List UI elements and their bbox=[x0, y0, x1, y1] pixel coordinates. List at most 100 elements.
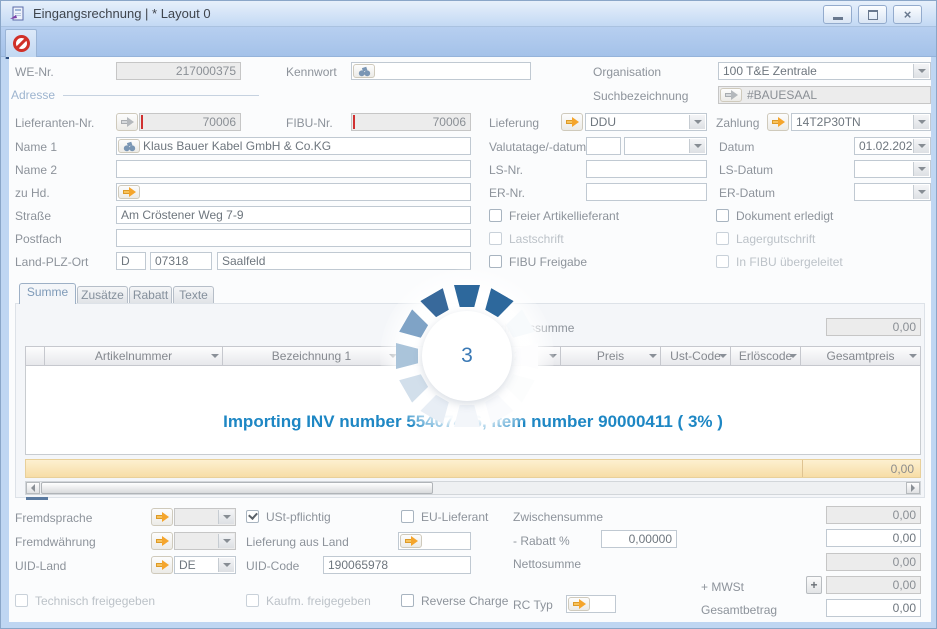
postfach-field[interactable] bbox=[116, 229, 471, 247]
rc-typ-nav-button[interactable] bbox=[568, 597, 590, 611]
lieferung-combo[interactable]: DDU bbox=[585, 113, 707, 131]
er-datum-combo[interactable] bbox=[854, 183, 931, 201]
grid-col-erloescode[interactable]: Erlöscode bbox=[731, 346, 801, 366]
name1-lookup-button[interactable] bbox=[118, 139, 140, 153]
stop-button[interactable] bbox=[5, 29, 37, 59]
lieferung-nav-button[interactable] bbox=[561, 113, 583, 131]
app-icon bbox=[9, 6, 25, 22]
kennwort-field[interactable] bbox=[351, 62, 531, 80]
checkbox-fibu-freigabe[interactable] bbox=[489, 255, 502, 268]
name1-field[interactable]: Klaus Bauer Kabel GmbH & Co.KG bbox=[116, 137, 471, 155]
name2-field[interactable] bbox=[116, 160, 471, 178]
sort-dropdown-icon[interactable] bbox=[789, 354, 797, 358]
sort-dropdown-icon[interactable] bbox=[909, 354, 917, 358]
chevron-down-icon[interactable] bbox=[689, 115, 705, 129]
titlebar[interactable]: Eingangsrechnung | * Layout 0 × bbox=[1, 1, 936, 27]
lieferung-aus-land-nav-button[interactable] bbox=[400, 534, 422, 548]
ls-datum-label: LS-Datum bbox=[719, 163, 773, 177]
rabatt-label: - Rabatt % bbox=[513, 534, 570, 548]
plz-field[interactable]: 07318 bbox=[150, 252, 212, 270]
zahlung-combo[interactable]: 14T2P30TN bbox=[791, 113, 931, 131]
kennwort-label: Kennwort bbox=[286, 65, 337, 79]
adresse-group-label: Adresse bbox=[11, 88, 55, 102]
er-nr-field[interactable] bbox=[586, 183, 707, 201]
zu-hd-nav-button[interactable] bbox=[118, 185, 140, 199]
scrollbar-thumb[interactable] bbox=[41, 482, 433, 494]
checkbox-reverse-charge[interactable] bbox=[401, 594, 414, 607]
binoculars-icon bbox=[123, 141, 136, 152]
arrow-right-icon bbox=[725, 90, 738, 100]
grid-col-preis[interactable]: Preis bbox=[561, 346, 661, 366]
tab-summe[interactable]: Summe bbox=[19, 283, 76, 304]
chevron-down-icon[interactable] bbox=[218, 510, 234, 524]
chevron-down-icon[interactable] bbox=[913, 115, 929, 129]
grid-col-artikelnummer[interactable]: Artikelnummer bbox=[45, 346, 223, 366]
kennwort-lookup-button[interactable] bbox=[353, 64, 375, 78]
nettosumme-label: Nettosumme bbox=[513, 557, 581, 571]
strasse-field[interactable]: Am Cröstener Weg 7-9 bbox=[116, 206, 471, 224]
zahlung-nav-button[interactable] bbox=[767, 113, 789, 131]
sort-dropdown-icon[interactable] bbox=[719, 354, 727, 358]
chevron-down-icon[interactable] bbox=[218, 558, 234, 572]
zu-hd-field[interactable] bbox=[116, 183, 471, 201]
ls-datum-combo[interactable] bbox=[854, 160, 931, 178]
fremdsprache-nav-button[interactable] bbox=[151, 508, 173, 526]
checkbox-freier-artikellieferant[interactable] bbox=[489, 209, 502, 222]
tab-texte[interactable]: Texte bbox=[173, 286, 214, 304]
restore-button[interactable] bbox=[858, 5, 887, 24]
window-title: Eingangsrechnung | * Layout 0 bbox=[33, 6, 211, 21]
uid-land-combo[interactable]: DE bbox=[174, 556, 236, 574]
lieferanten-nr-field: 70006 bbox=[139, 113, 241, 131]
grid-col-gesamtpreis[interactable]: Gesamtpreis bbox=[801, 346, 921, 366]
rc-typ-label: RC Typ bbox=[513, 598, 553, 612]
minimize-icon bbox=[833, 17, 843, 20]
zu-hd-label: zu Hd. bbox=[15, 186, 50, 200]
postfach-label: Postfach bbox=[15, 232, 62, 246]
gesamtbetrag-field[interactable]: 0,00 bbox=[826, 599, 921, 617]
chevron-down-icon[interactable] bbox=[689, 139, 705, 153]
checkbox-ust-pflichtig[interactable] bbox=[246, 510, 259, 523]
rabatt-prozent-input[interactable]: 0,00000 bbox=[601, 530, 677, 548]
uid-land-nav-button[interactable] bbox=[151, 556, 173, 574]
mwst-plus-button[interactable]: + bbox=[806, 576, 822, 594]
lieferung-aus-land-field[interactable] bbox=[398, 532, 471, 550]
chevron-down-icon[interactable] bbox=[913, 64, 929, 78]
checkbox-eu-lieferant[interactable] bbox=[401, 510, 414, 523]
sort-dropdown-icon[interactable] bbox=[649, 354, 657, 358]
horizontal-scrollbar[interactable] bbox=[25, 481, 921, 495]
splitter-handle[interactable] bbox=[26, 497, 48, 500]
datum-combo[interactable]: 01.02.2021 bbox=[854, 137, 931, 155]
lieferanten-nav-button[interactable] bbox=[116, 113, 138, 131]
chevron-down-icon[interactable] bbox=[913, 185, 929, 199]
organisation-combo[interactable]: 100 T&E Zentrale bbox=[718, 62, 931, 80]
checkbox-dokument-erledigt[interactable] bbox=[716, 209, 729, 222]
sort-dropdown-icon[interactable] bbox=[211, 354, 219, 358]
er-nr-label: ER-Nr. bbox=[489, 186, 525, 200]
rabatt-betrag-field[interactable]: 0,00 bbox=[826, 529, 921, 547]
tab-rabatt[interactable]: Rabatt bbox=[129, 286, 172, 304]
chevron-down-icon[interactable] bbox=[913, 162, 929, 176]
chevron-down-icon[interactable] bbox=[218, 534, 234, 548]
scroll-left-button[interactable] bbox=[26, 482, 40, 494]
ort-field[interactable]: Saalfeld bbox=[217, 252, 471, 270]
tab-zusaetze[interactable]: Zusätze bbox=[77, 286, 128, 304]
land-field[interactable]: D bbox=[116, 252, 146, 270]
minimize-button[interactable] bbox=[823, 5, 852, 24]
close-button[interactable]: × bbox=[893, 5, 922, 24]
organisation-label: Organisation bbox=[593, 65, 661, 79]
grid-col-ust-code[interactable]: Ust-Code bbox=[661, 346, 731, 366]
fremdwaehrung-nav-button[interactable] bbox=[151, 532, 173, 550]
uid-code-field[interactable]: 190065978 bbox=[323, 556, 471, 574]
grid-total-row: 0,00 bbox=[25, 459, 921, 478]
rc-typ-field[interactable] bbox=[566, 595, 616, 613]
fremdwaehrung-combo[interactable] bbox=[174, 532, 236, 550]
scroll-right-button[interactable] bbox=[906, 482, 920, 494]
suchbezeichnung-nav-button[interactable] bbox=[720, 88, 742, 102]
valutadatum-combo[interactable] bbox=[624, 137, 707, 155]
ls-nr-field[interactable] bbox=[586, 160, 707, 178]
fremdsprache-combo[interactable] bbox=[174, 508, 236, 526]
restore-icon bbox=[868, 10, 878, 20]
grid-col-bezeichnung1[interactable]: Bezeichnung 1 bbox=[223, 346, 401, 366]
valutatage-field[interactable] bbox=[586, 137, 621, 155]
chevron-down-icon[interactable] bbox=[913, 139, 929, 153]
